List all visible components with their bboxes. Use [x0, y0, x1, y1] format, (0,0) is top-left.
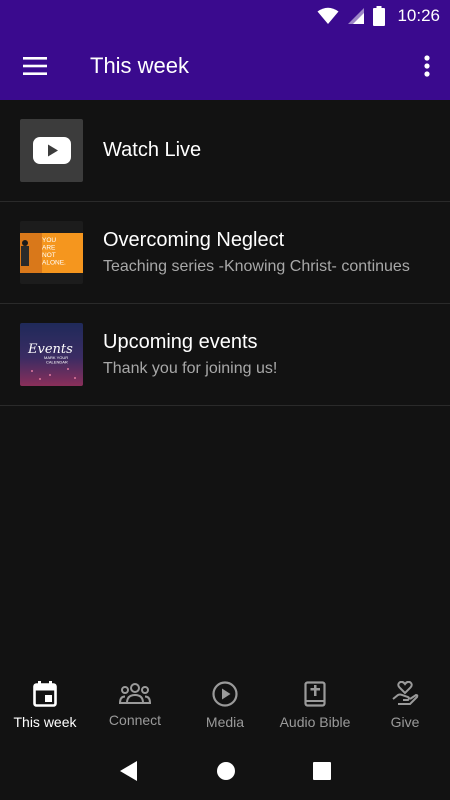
nav-media[interactable]: Media	[180, 672, 270, 742]
calendar-icon	[33, 681, 57, 707]
battery-icon	[373, 6, 386, 26]
content-list: Watch Live YOU ARE NOT ALONE. Overcoming…	[0, 100, 450, 406]
thumb-text-3: NOT	[42, 252, 56, 259]
nav-connect[interactable]: Connect	[90, 672, 180, 742]
app-bar: This week	[0, 32, 450, 100]
sermon-image: YOU ARE NOT ALONE.	[20, 221, 83, 284]
list-item-subtitle: Thank you for joining us!	[103, 360, 278, 377]
thumb-text-4: ALONE.	[42, 260, 66, 267]
list-item-upcoming-events[interactable]: Events MARK YOUR CALENDAR Upcoming event…	[0, 304, 450, 406]
nav-give[interactable]: Give	[360, 672, 450, 742]
watch-live-thumbnail	[20, 119, 83, 182]
status-bar: 10:26	[0, 0, 450, 32]
nav-label: Give	[390, 714, 420, 730]
page-title: This week	[90, 53, 190, 78]
more-vert-icon	[424, 55, 430, 77]
hand-heart-icon	[392, 681, 419, 705]
list-item-overcoming-neglect[interactable]: YOU ARE NOT ALONE. Overcoming Neglect Te…	[0, 202, 450, 304]
nav-this-week[interactable]: This week	[0, 672, 90, 742]
hamburger-icon	[23, 57, 47, 75]
signal-icon	[348, 8, 365, 24]
play-circle-icon	[212, 681, 238, 707]
menu-button[interactable]	[0, 32, 70, 100]
groups-icon	[119, 683, 151, 704]
list-item-title: Overcoming Neglect	[103, 229, 285, 251]
recents-icon[interactable]	[313, 762, 332, 780]
bible-icon	[304, 681, 326, 707]
status-time: 10:26	[397, 6, 440, 25]
sermon-thumbnail: YOU ARE NOT ALONE.	[20, 221, 83, 284]
youtube-icon	[32, 137, 71, 164]
events-image: Events MARK YOUR CALENDAR	[20, 323, 83, 386]
list-item-title: Watch Live	[103, 139, 202, 161]
system-navigation-bar	[0, 742, 450, 800]
home-icon[interactable]	[216, 761, 236, 781]
list-item-title: Upcoming events	[103, 331, 258, 353]
events-thumbnail: Events MARK YOUR CALENDAR	[20, 323, 83, 386]
nav-audio-bible[interactable]: Audio Bible	[270, 672, 360, 742]
more-options-button[interactable]	[404, 32, 450, 100]
back-icon[interactable]	[119, 760, 139, 782]
bottom-navigation: This week Connect Media Audio Bible Give	[0, 672, 450, 742]
nav-label: Audio Bible	[279, 714, 351, 730]
list-item-subtitle: Teaching series -Knowing Christ- continu…	[103, 258, 410, 275]
nav-label: This week	[13, 714, 77, 730]
thumb-text-calendar: CALENDAR	[46, 360, 68, 365]
wifi-icon	[317, 7, 339, 24]
nav-label: Connect	[108, 712, 162, 728]
nav-label: Media	[205, 714, 245, 730]
thumb-text-1: YOU	[42, 237, 56, 244]
list-item-watch-live[interactable]: Watch Live	[0, 100, 450, 202]
thumb-text-2: ARE	[42, 245, 56, 252]
